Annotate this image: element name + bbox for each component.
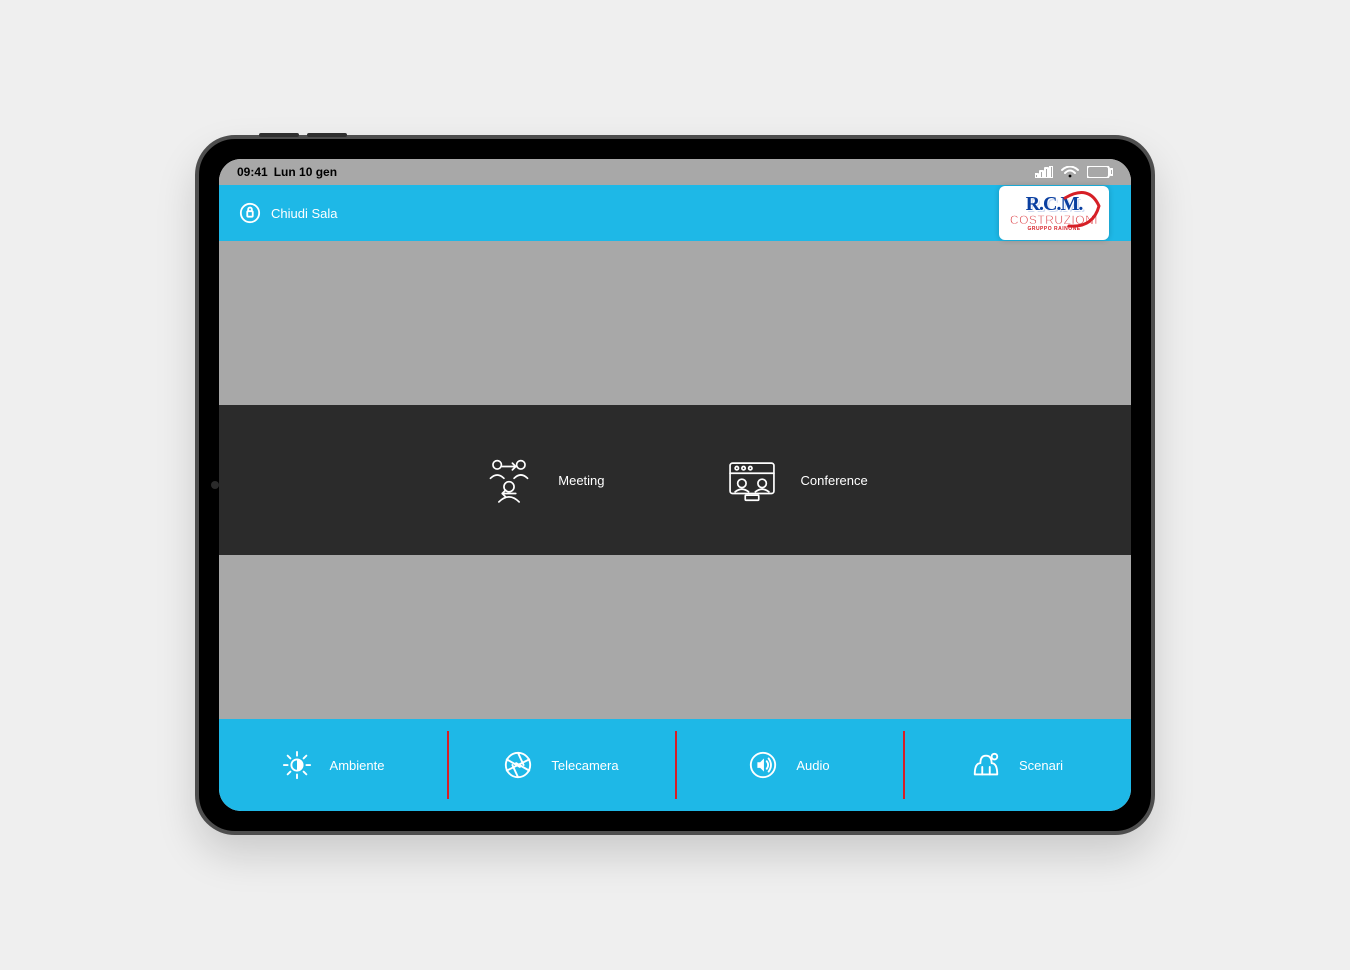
- wifi-icon: [1061, 166, 1079, 178]
- logo-line3: GRUPPO RAINONE: [1027, 227, 1080, 232]
- nav-ambiente[interactable]: Ambiente: [219, 719, 447, 811]
- mode-conference-label: Conference: [801, 473, 868, 488]
- nav-telecamera[interactable]: Telecamera: [447, 719, 675, 811]
- mode-conference[interactable]: Conference: [725, 453, 868, 507]
- nav-scenari-label: Scenari: [1019, 758, 1063, 773]
- nav-telecamera-label: Telecamera: [551, 758, 618, 773]
- mode-meeting[interactable]: Meeting: [482, 453, 604, 507]
- status-date: Lun 10 gen: [274, 165, 337, 179]
- status-indicators: [1035, 166, 1113, 178]
- speaker-icon: [748, 750, 778, 780]
- mode-meeting-label: Meeting: [558, 473, 604, 488]
- nav-ambiente-label: Ambiente: [330, 758, 385, 773]
- hardware-buttons: [259, 133, 347, 137]
- bottom-nav: Ambiente Telecamera Audio: [219, 719, 1131, 811]
- logo-line1: R.C.M.: [1026, 194, 1083, 214]
- main-content: Meeting Conference: [219, 241, 1131, 719]
- aperture-icon: [503, 750, 533, 780]
- logo-line2: COSTRUZIONI: [1010, 214, 1098, 226]
- meeting-icon: [482, 453, 536, 507]
- nav-audio-label: Audio: [796, 758, 829, 773]
- tablet-frame: 09:41 Lun 10 gen: [195, 135, 1155, 835]
- brightness-icon: [282, 750, 312, 780]
- status-time: 09:41: [237, 165, 268, 179]
- mode-strip: Meeting Conference: [219, 405, 1131, 555]
- nav-audio[interactable]: Audio: [675, 719, 903, 811]
- top-bar: Chiudi Sala R.C.M. COSTRUZIONI GRUPPO RA…: [219, 185, 1131, 241]
- close-room-button[interactable]: Chiudi Sala: [239, 202, 338, 224]
- camera-dot: [211, 481, 219, 489]
- close-room-label: Chiudi Sala: [271, 206, 338, 221]
- power-lock-icon: [239, 202, 261, 224]
- conference-icon: [725, 453, 779, 507]
- nav-scenari[interactable]: Scenari: [903, 719, 1131, 811]
- brand-logo: R.C.M. COSTRUZIONI GRUPPO RAINONE: [999, 186, 1109, 240]
- screen: 09:41 Lun 10 gen: [219, 159, 1131, 811]
- scene-icon: [971, 750, 1001, 780]
- status-bar: 09:41 Lun 10 gen: [219, 159, 1131, 185]
- cellular-icon: [1035, 166, 1053, 178]
- battery-icon: [1087, 166, 1113, 178]
